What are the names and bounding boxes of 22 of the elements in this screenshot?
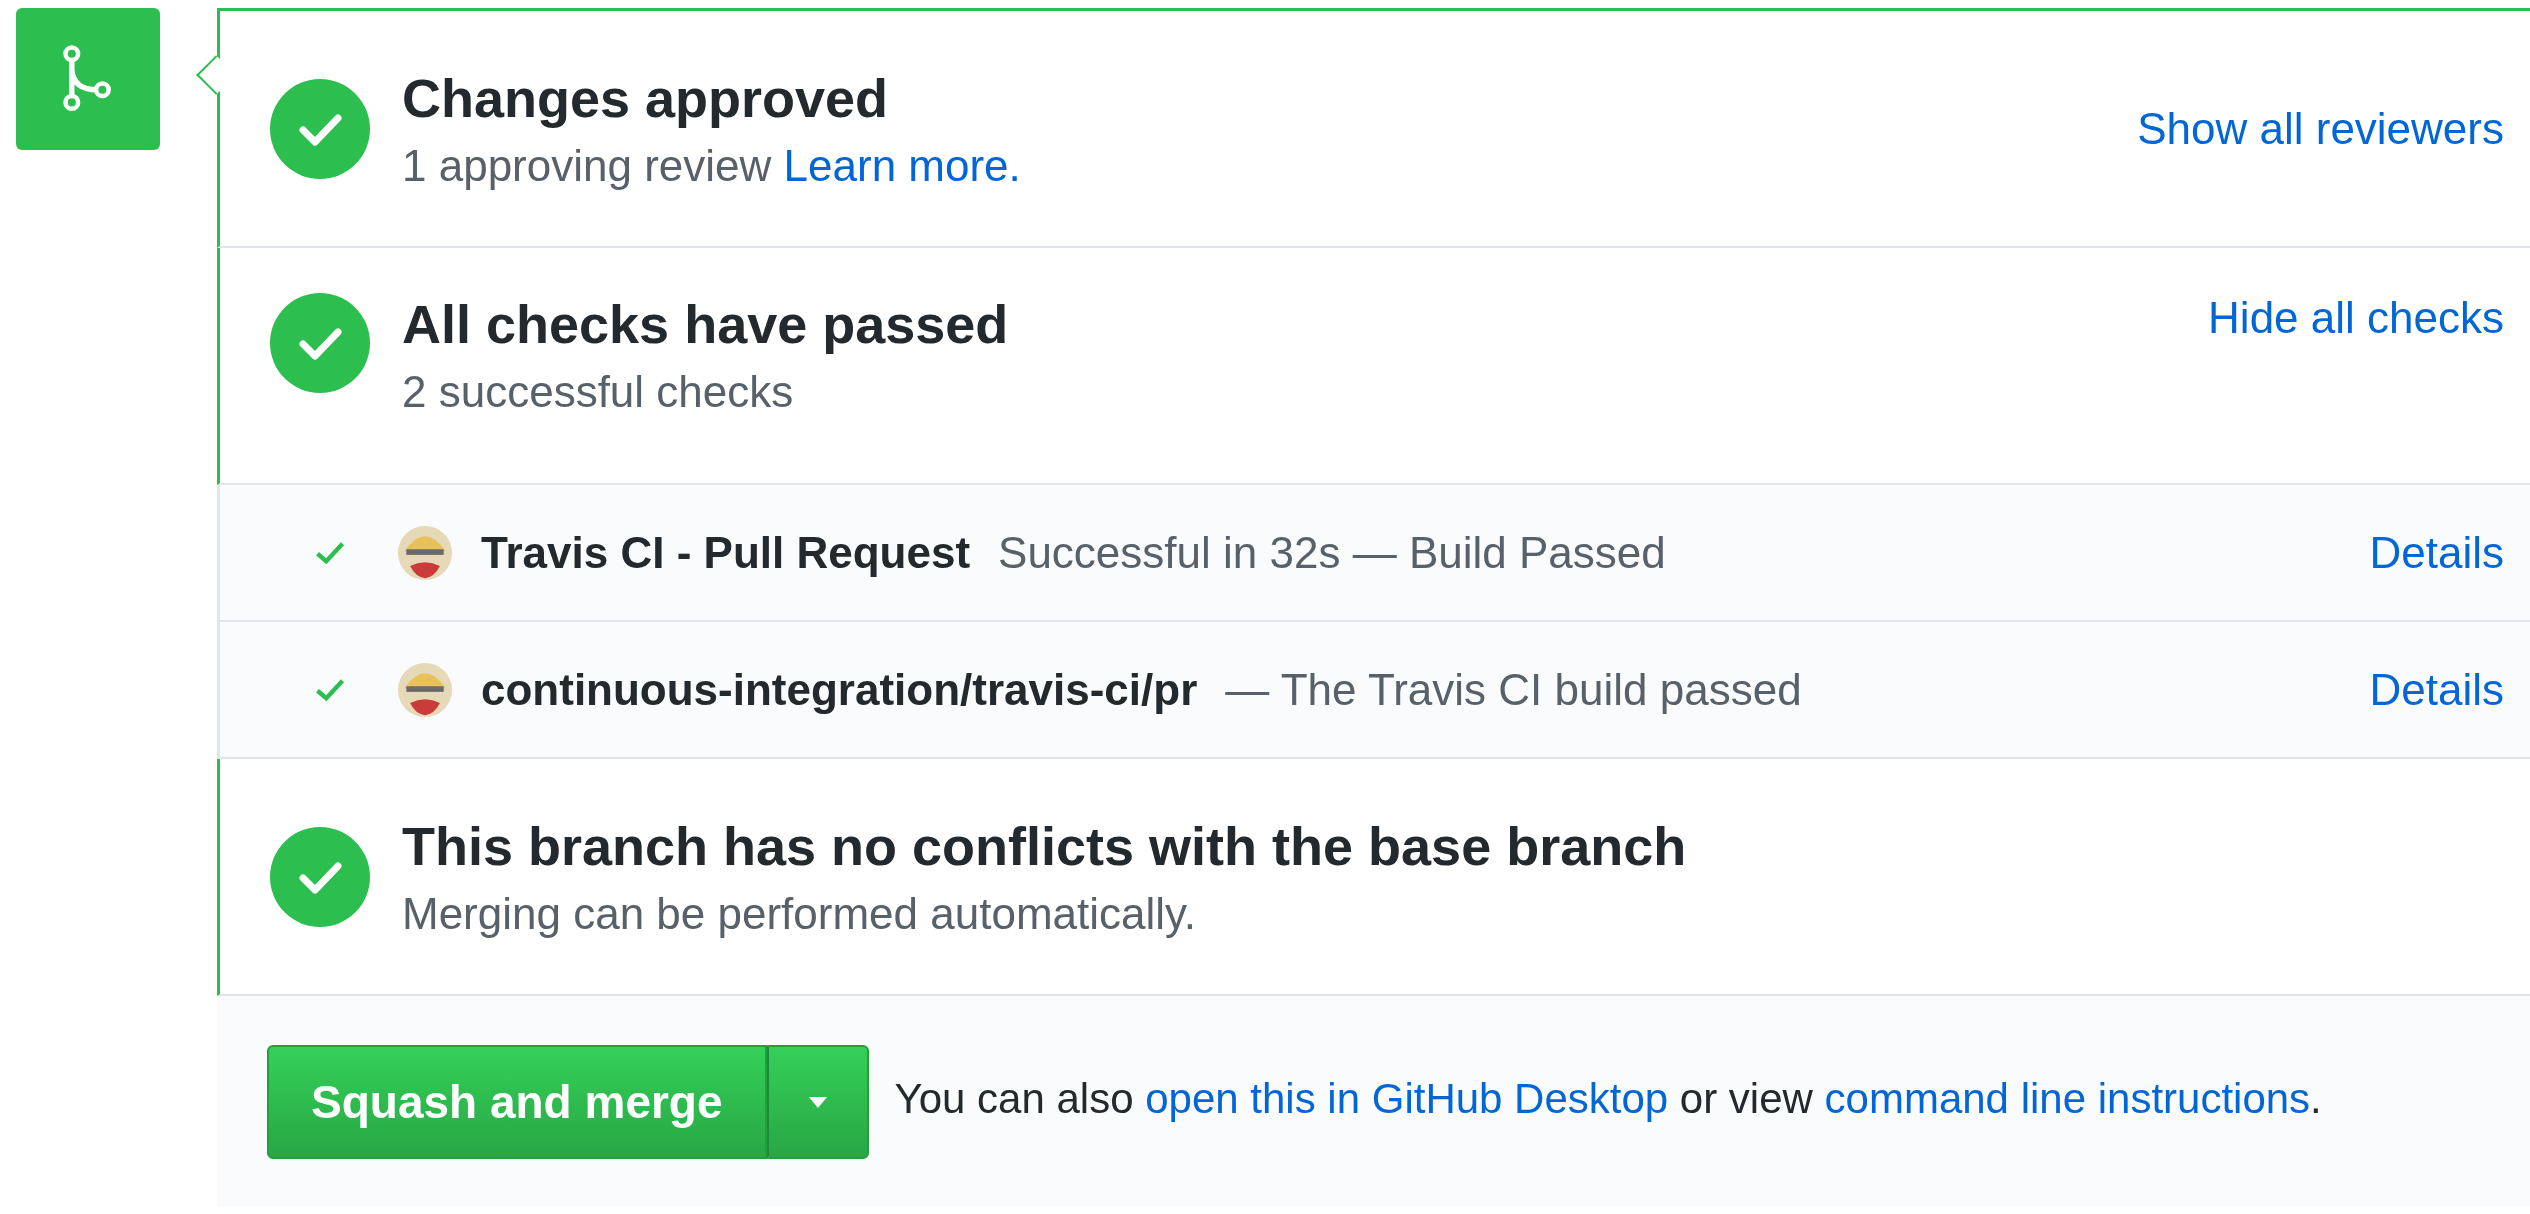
section-subtitle: 2 successful checks bbox=[402, 367, 795, 417]
link[interactable]: Learn more. bbox=[783, 140, 1021, 190]
check-description: — The Travis CI build passed bbox=[1225, 664, 1802, 715]
toggle-link[interactable]: Show all reviewers bbox=[2137, 103, 2504, 154]
details-link[interactable]: Details bbox=[2369, 664, 2504, 715]
merge-options-button[interactable] bbox=[766, 1045, 869, 1159]
check-name: Travis CI - Pull Request bbox=[481, 527, 971, 578]
avatar-icon bbox=[397, 524, 453, 581]
toggle-link[interactable]: Hide all checks bbox=[2208, 293, 2504, 343]
merge-note: You can also open this in GitHub Desktop or view command line instructions. bbox=[894, 1074, 2322, 1123]
section-title: This branch has no conflicts with the base branch bbox=[402, 814, 1688, 877]
section-subtitle: 1 approving review Learn more. bbox=[402, 140, 1022, 191]
check-description: Successful in 32s — Build Passed bbox=[998, 527, 1666, 578]
avatar-icon bbox=[397, 661, 453, 718]
section-title: Changes approved bbox=[402, 66, 890, 129]
link[interactable]: open this in GitHub Desktop bbox=[1145, 1074, 1669, 1122]
section-subtitle: Merging can be performed automatically. bbox=[402, 888, 1198, 939]
check-name: continuous-integration/travis-ci/pr bbox=[481, 664, 1198, 715]
section-title: All checks have passed bbox=[402, 293, 1010, 355]
caret-icon bbox=[808, 1096, 827, 1108]
details-link[interactable]: Details bbox=[2369, 527, 2504, 578]
link[interactable]: command line instructions bbox=[1824, 1074, 2311, 1122]
